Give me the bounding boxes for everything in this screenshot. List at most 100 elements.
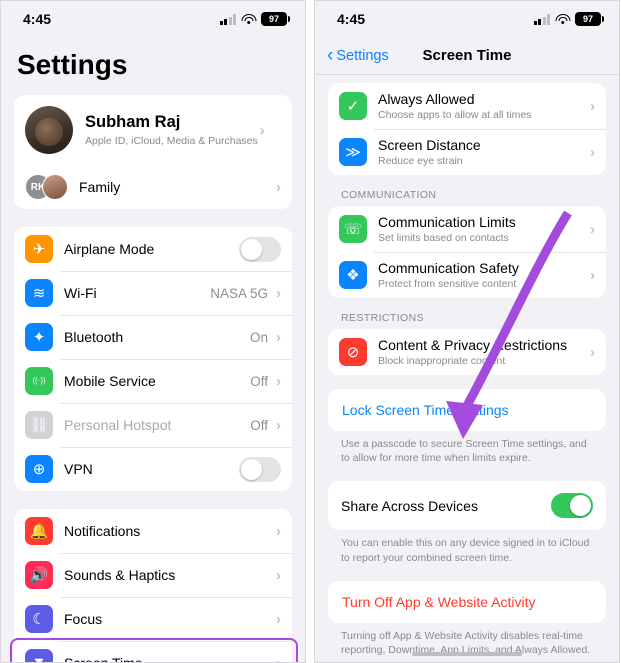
wifi-icon: ≋ — [25, 279, 53, 307]
chevron-right-icon: › — [590, 343, 595, 361]
screen-distance-text: Screen Distance Reduce eye strain — [378, 137, 588, 167]
cellular-signal-icon — [533, 13, 550, 25]
top-group: ✓ Always Allowed Choose apps to allow at a… — [328, 83, 606, 175]
airplane-mode-label: Airplane Mode — [64, 241, 155, 257]
list-item-screen-distance[interactable]: ≫ Screen Distance Reduce eye strain › — [328, 129, 606, 175]
connectivity-group: ✈ Airplane Mode ≋ Wi-Fi NASA 5G › ✦ Bluetooth On… — [14, 227, 292, 491]
page-title: Settings — [17, 49, 128, 80]
chevron-left-icon: ‹ — [327, 45, 334, 66]
always-allowed-title: Always Allowed — [378, 91, 475, 107]
chevron-right-icon: › — [276, 610, 281, 628]
list-item-content-privacy-restrictions[interactable]: ⊘ Content & Privacy Restrictions Block ina… — [328, 329, 606, 375]
communication-limits-text: Communication Limits Set limits based on … — [378, 214, 588, 244]
communication-group: ☏ Communication Limits Set limits based on… — [328, 206, 606, 298]
share-across-devices-label: Share Across Devices — [341, 497, 478, 514]
communication-limits-icon: ☏ — [339, 215, 367, 243]
status-indicators-right: 97 — [533, 12, 604, 26]
account-name: Subham Raj — [85, 113, 181, 131]
chevron-right-icon: › — [590, 143, 595, 161]
sidebar-item-family[interactable]: RK Family › — [14, 165, 292, 209]
sidebar-item-sounds-haptics[interactable]: 🔊 Sounds & Haptics › — [14, 553, 292, 597]
notifications-icon: 🔔 — [25, 517, 53, 545]
chevron-right-icon: › — [276, 178, 281, 196]
account-group: Subham Raj Apple ID, iCloud, Media & Pur… — [14, 95, 292, 209]
status-time-right: 4:45 — [337, 11, 366, 27]
screenshot-stage: 4:45 97 Settings Subham Raj Apple ID, iC… — [0, 0, 621, 663]
communication-limits-title: Communication Limits — [378, 214, 516, 230]
status-time-left: 4:45 — [23, 11, 52, 27]
chevron-right-icon: › — [276, 654, 281, 663]
list-item-always-allowed[interactable]: ✓ Always Allowed Choose apps to allow at a… — [328, 83, 606, 129]
communication-safety-title: Communication Safety — [378, 260, 519, 276]
screen-distance-subtitle: Reduce eye strain — [378, 155, 463, 167]
list-item-communication-limits[interactable]: ☏ Communication Limits Set limits based on… — [328, 206, 606, 252]
content-privacy-restrictions-subtitle: Block inappropriate content — [378, 355, 506, 367]
vpn-label: VPN — [64, 461, 93, 477]
turn-off-app-website-activity-button[interactable]: Turn Off App & Website Activity — [328, 580, 606, 623]
chevron-right-icon: › — [590, 220, 595, 238]
content-privacy-restrictions-title: Content & Privacy Restrictions — [378, 337, 568, 353]
apple-account-row[interactable]: Subham Raj Apple ID, iCloud, Media & Pur… — [14, 95, 292, 165]
communication-section-header: COMMUNICATION — [341, 189, 437, 201]
bluetooth-label: Bluetooth — [64, 329, 124, 345]
lock-screen-time-settings-button[interactable]: Lock Screen Time Settings — [328, 389, 606, 431]
account-subtitle: Apple ID, iCloud, Media & Purchases — [85, 135, 258, 147]
navigation-bar: ‹ Settings Screen Time — [315, 37, 619, 75]
system-group: 🔔 Notifications › 🔊 Sounds & Haptics › ☾ Focus ›… — [14, 509, 292, 663]
mobile-service-icon: ((·)) — [25, 367, 53, 395]
sounds-haptics-icon: 🔊 — [25, 561, 53, 589]
restrictions-group: ⊘ Content & Privacy Restrictions Block ina… — [328, 329, 606, 375]
sidebar-item-notifications[interactable]: 🔔 Notifications › — [14, 509, 292, 553]
sidebar-item-mobile-service[interactable]: ((·)) Mobile Service Off › — [14, 359, 292, 403]
sidebar-item-airplane-mode[interactable]: ✈ Airplane Mode — [14, 227, 292, 271]
sidebar-item-wifi[interactable]: ≋ Wi-Fi NASA 5G › — [14, 271, 292, 315]
sidebar-item-personal-hotspot[interactable]: ⛓ Personal Hotspot Off › — [14, 403, 292, 447]
mobile-service-value: Off — [250, 373, 268, 389]
screen-time-icon: ⧗ — [25, 649, 53, 662]
share-across-devices-row[interactable]: Share Across Devices — [328, 481, 606, 531]
vpn-icon: ⊕ — [25, 455, 53, 483]
back-button[interactable]: ‹ Settings — [327, 46, 389, 65]
wifi-icon — [241, 13, 256, 25]
content-privacy-restrictions-text: Content & Privacy Restrictions Block inap… — [378, 337, 588, 367]
always-allowed-icon: ✓ — [339, 92, 367, 120]
mobile-service-label: Mobile Service — [64, 373, 156, 389]
share-footer-text: You can enable this on any device signed… — [341, 537, 590, 564]
airplane-mode-toggle[interactable] — [239, 236, 281, 262]
sidebar-item-screen-time[interactable]: ⧗ Screen Time › — [14, 641, 292, 663]
always-allowed-subtitle: Choose apps to allow at all times — [378, 109, 532, 121]
screen-distance-icon: ≫ — [339, 138, 367, 166]
chevron-right-icon: › — [276, 416, 281, 434]
battery-level: 97 — [582, 14, 593, 24]
sounds-haptics-label: Sounds & Haptics — [64, 567, 176, 583]
content-privacy-restrictions-icon: ⊘ — [339, 338, 367, 366]
communication-limits-subtitle: Set limits based on contacts — [378, 232, 509, 244]
personal-hotspot-value: Off — [250, 417, 268, 433]
family-avatars: RK — [25, 174, 68, 200]
chevron-right-icon: › — [276, 372, 281, 390]
chevron-right-icon: › — [276, 522, 281, 540]
bluetooth-icon: ✦ — [25, 323, 53, 351]
chevron-right-icon: › — [276, 328, 281, 346]
chevron-right-icon: › — [259, 121, 265, 139]
family-avatar-2 — [42, 174, 68, 200]
restrictions-section-header: RESTRICTIONS — [341, 312, 424, 324]
notifications-label: Notifications — [64, 523, 141, 539]
screen-time-label: Screen Time — [64, 655, 143, 663]
battery-icon: 97 — [575, 12, 604, 26]
always-allowed-text: Always Allowed Choose apps to allow at al… — [378, 91, 588, 121]
back-button-label: Settings — [336, 47, 389, 64]
sidebar-item-bluetooth[interactable]: ✦ Bluetooth On › — [14, 315, 292, 359]
status-indicators-left: 97 — [219, 12, 290, 26]
chevron-right-icon: › — [590, 97, 595, 115]
list-item-communication-safety[interactable]: ❖ Communication Safety Protect from sensit… — [328, 252, 606, 298]
sidebar-item-focus[interactable]: ☾ Focus › — [14, 597, 292, 641]
vpn-toggle[interactable] — [239, 456, 281, 482]
share-across-devices-toggle[interactable] — [551, 493, 593, 519]
battery-icon: 97 — [261, 12, 290, 26]
avatar — [25, 106, 73, 154]
bluetooth-value: On — [249, 329, 268, 345]
right-phone-screen-time-screen: 4:45 97 ‹ Settings Screen Time ✓ Always A… — [314, 0, 620, 663]
sidebar-item-vpn[interactable]: ⊕ VPN — [14, 447, 292, 491]
personal-hotspot-icon: ⛓ — [25, 411, 53, 439]
